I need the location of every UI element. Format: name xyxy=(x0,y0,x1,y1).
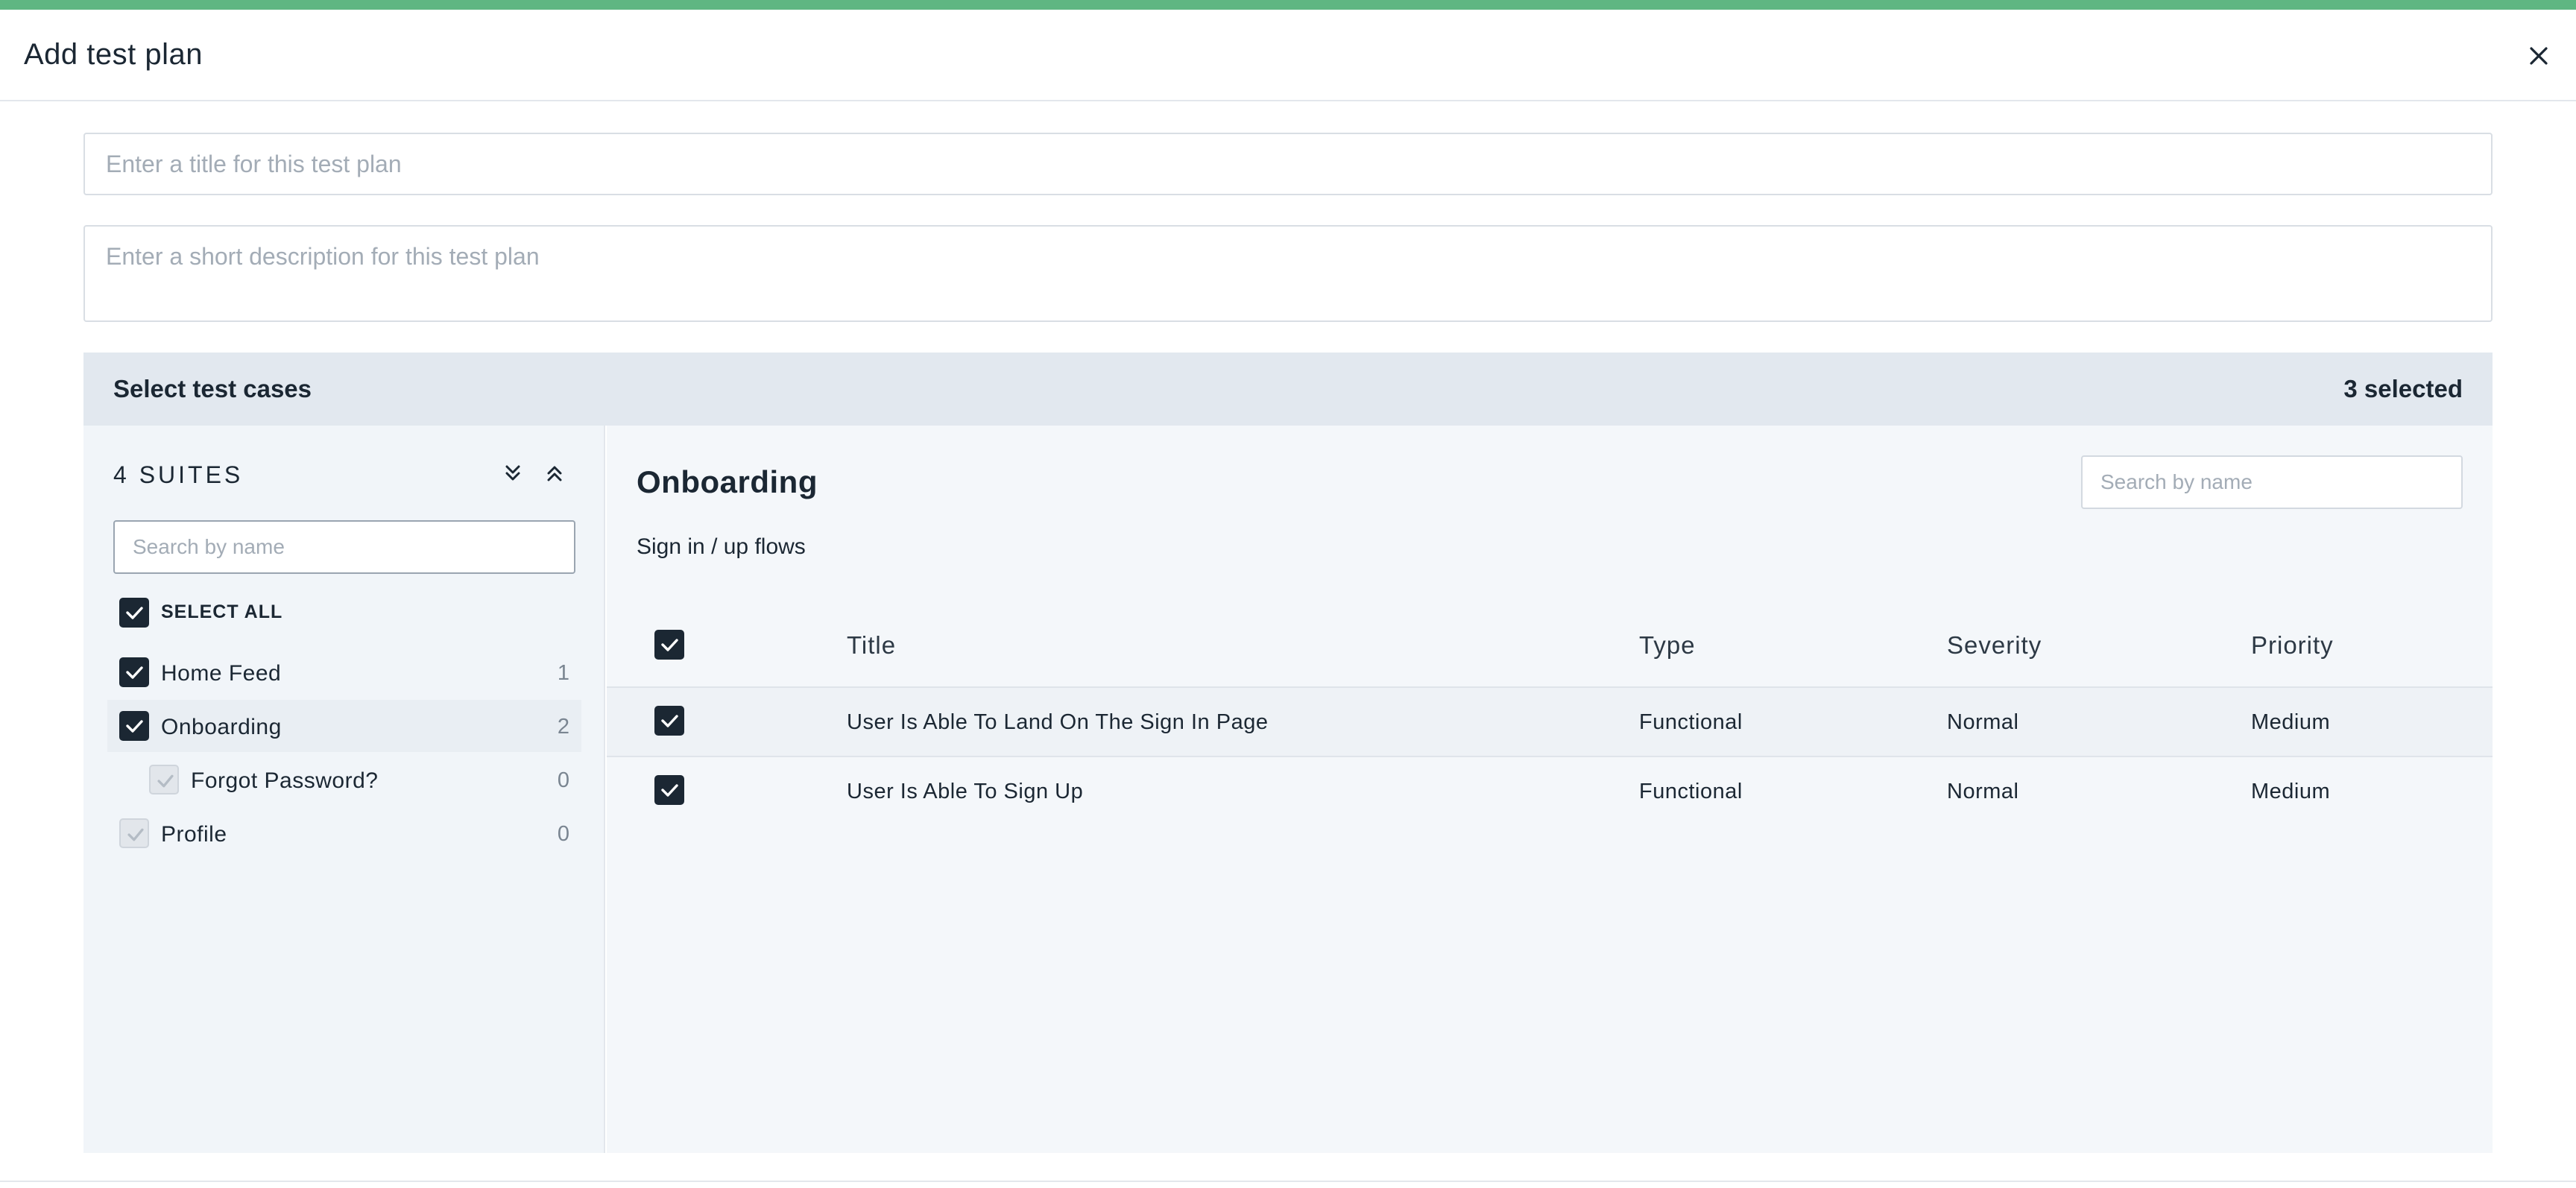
column-header-severity[interactable]: Severity xyxy=(1947,631,2042,660)
suite-checkbox[interactable] xyxy=(119,818,149,848)
checkmark-icon xyxy=(661,639,678,651)
test-case-priority: Medium xyxy=(2251,710,2331,734)
close-icon xyxy=(2530,47,2548,65)
test-case-type: Functional xyxy=(1639,710,1743,734)
suite-title: Onboarding xyxy=(637,464,818,499)
checkmark-icon xyxy=(127,828,144,841)
table-row[interactable]: User Is Able To Land On The Sign In Page… xyxy=(607,686,2493,756)
modal-header: Add test plan xyxy=(0,10,2576,101)
suite-count: 0 xyxy=(557,822,569,846)
test-case-severity: Normal xyxy=(1947,780,2019,803)
suite-checkbox[interactable] xyxy=(149,765,179,794)
checkmark-icon xyxy=(661,784,678,797)
select-test-cases-label: Select test cases xyxy=(113,375,312,402)
double-chevron-down-icon xyxy=(505,465,520,481)
select-all-checkbox[interactable] xyxy=(119,598,149,628)
suite-count: 2 xyxy=(557,715,569,739)
suite-description: Sign in / up flows xyxy=(637,534,806,559)
column-header-title[interactable]: Title xyxy=(847,631,896,660)
suite-count: 1 xyxy=(557,661,569,685)
suite-item-forgot-password[interactable]: Forgot Password? 0 xyxy=(107,753,581,806)
suite-item-home-feed[interactable]: Home Feed 1 xyxy=(107,646,581,698)
test-case-checkbox[interactable] xyxy=(654,775,684,805)
suite-label: Forgot Password? xyxy=(191,768,379,793)
test-case-type: Functional xyxy=(1639,780,1743,803)
test-plan-title-input[interactable] xyxy=(83,133,2493,195)
suite-label: Profile xyxy=(161,822,227,847)
checkmark-icon xyxy=(661,715,678,727)
suites-sidebar: 4 SUITES SELECT ALL Home Feed 1 Onb xyxy=(83,426,605,1153)
suite-checkbox[interactable] xyxy=(119,657,149,687)
column-header-priority[interactable]: Priority xyxy=(2251,631,2334,660)
checkmark-icon xyxy=(126,607,143,619)
suite-item-profile[interactable]: Profile 0 xyxy=(107,807,581,859)
test-case-priority: Medium xyxy=(2251,780,2331,803)
modal-title: Add test plan xyxy=(24,38,203,71)
suite-label: Home Feed xyxy=(161,661,282,686)
select-all-test-cases-checkbox[interactable] xyxy=(654,630,684,660)
test-case-title: User Is Able To Sign Up xyxy=(847,780,1084,803)
top-accent-bar xyxy=(0,0,2576,10)
footer-divider xyxy=(0,1181,2576,1182)
test-case-checkbox[interactable] xyxy=(654,706,684,736)
test-plan-description-input[interactable] xyxy=(83,225,2493,322)
table-row[interactable]: User Is Able To Sign Up Functional Norma… xyxy=(607,756,2493,826)
suites-title: 4 SUITES xyxy=(113,461,244,488)
select-all-label: SELECT ALL xyxy=(161,601,283,622)
select-test-cases-header: Select test cases 3 selected xyxy=(83,353,2493,426)
suite-checkbox[interactable] xyxy=(119,711,149,741)
checkmark-icon xyxy=(157,774,174,788)
column-header-type[interactable]: Type xyxy=(1639,631,1696,660)
selected-count: 3 selected xyxy=(2343,375,2463,402)
collapse-all-button[interactable] xyxy=(541,460,568,487)
test-cases-panel: Onboarding Sign in / up flows Title Type… xyxy=(607,426,2493,1153)
double-chevron-up-icon xyxy=(547,466,562,481)
suite-label: Onboarding xyxy=(161,715,282,739)
close-button[interactable] xyxy=(2524,41,2554,71)
test-case-severity: Normal xyxy=(1947,710,2019,734)
test-case-title: User Is Able To Land On The Sign In Page xyxy=(847,710,1269,734)
checkmark-icon xyxy=(126,666,143,679)
expand-all-button[interactable] xyxy=(499,460,526,487)
suite-item-onboarding[interactable]: Onboarding 2 xyxy=(107,700,581,752)
test-case-search-input[interactable] xyxy=(2081,455,2463,509)
suite-search-input[interactable] xyxy=(113,520,575,574)
checkmark-icon xyxy=(126,720,143,733)
suite-count: 0 xyxy=(557,768,569,792)
